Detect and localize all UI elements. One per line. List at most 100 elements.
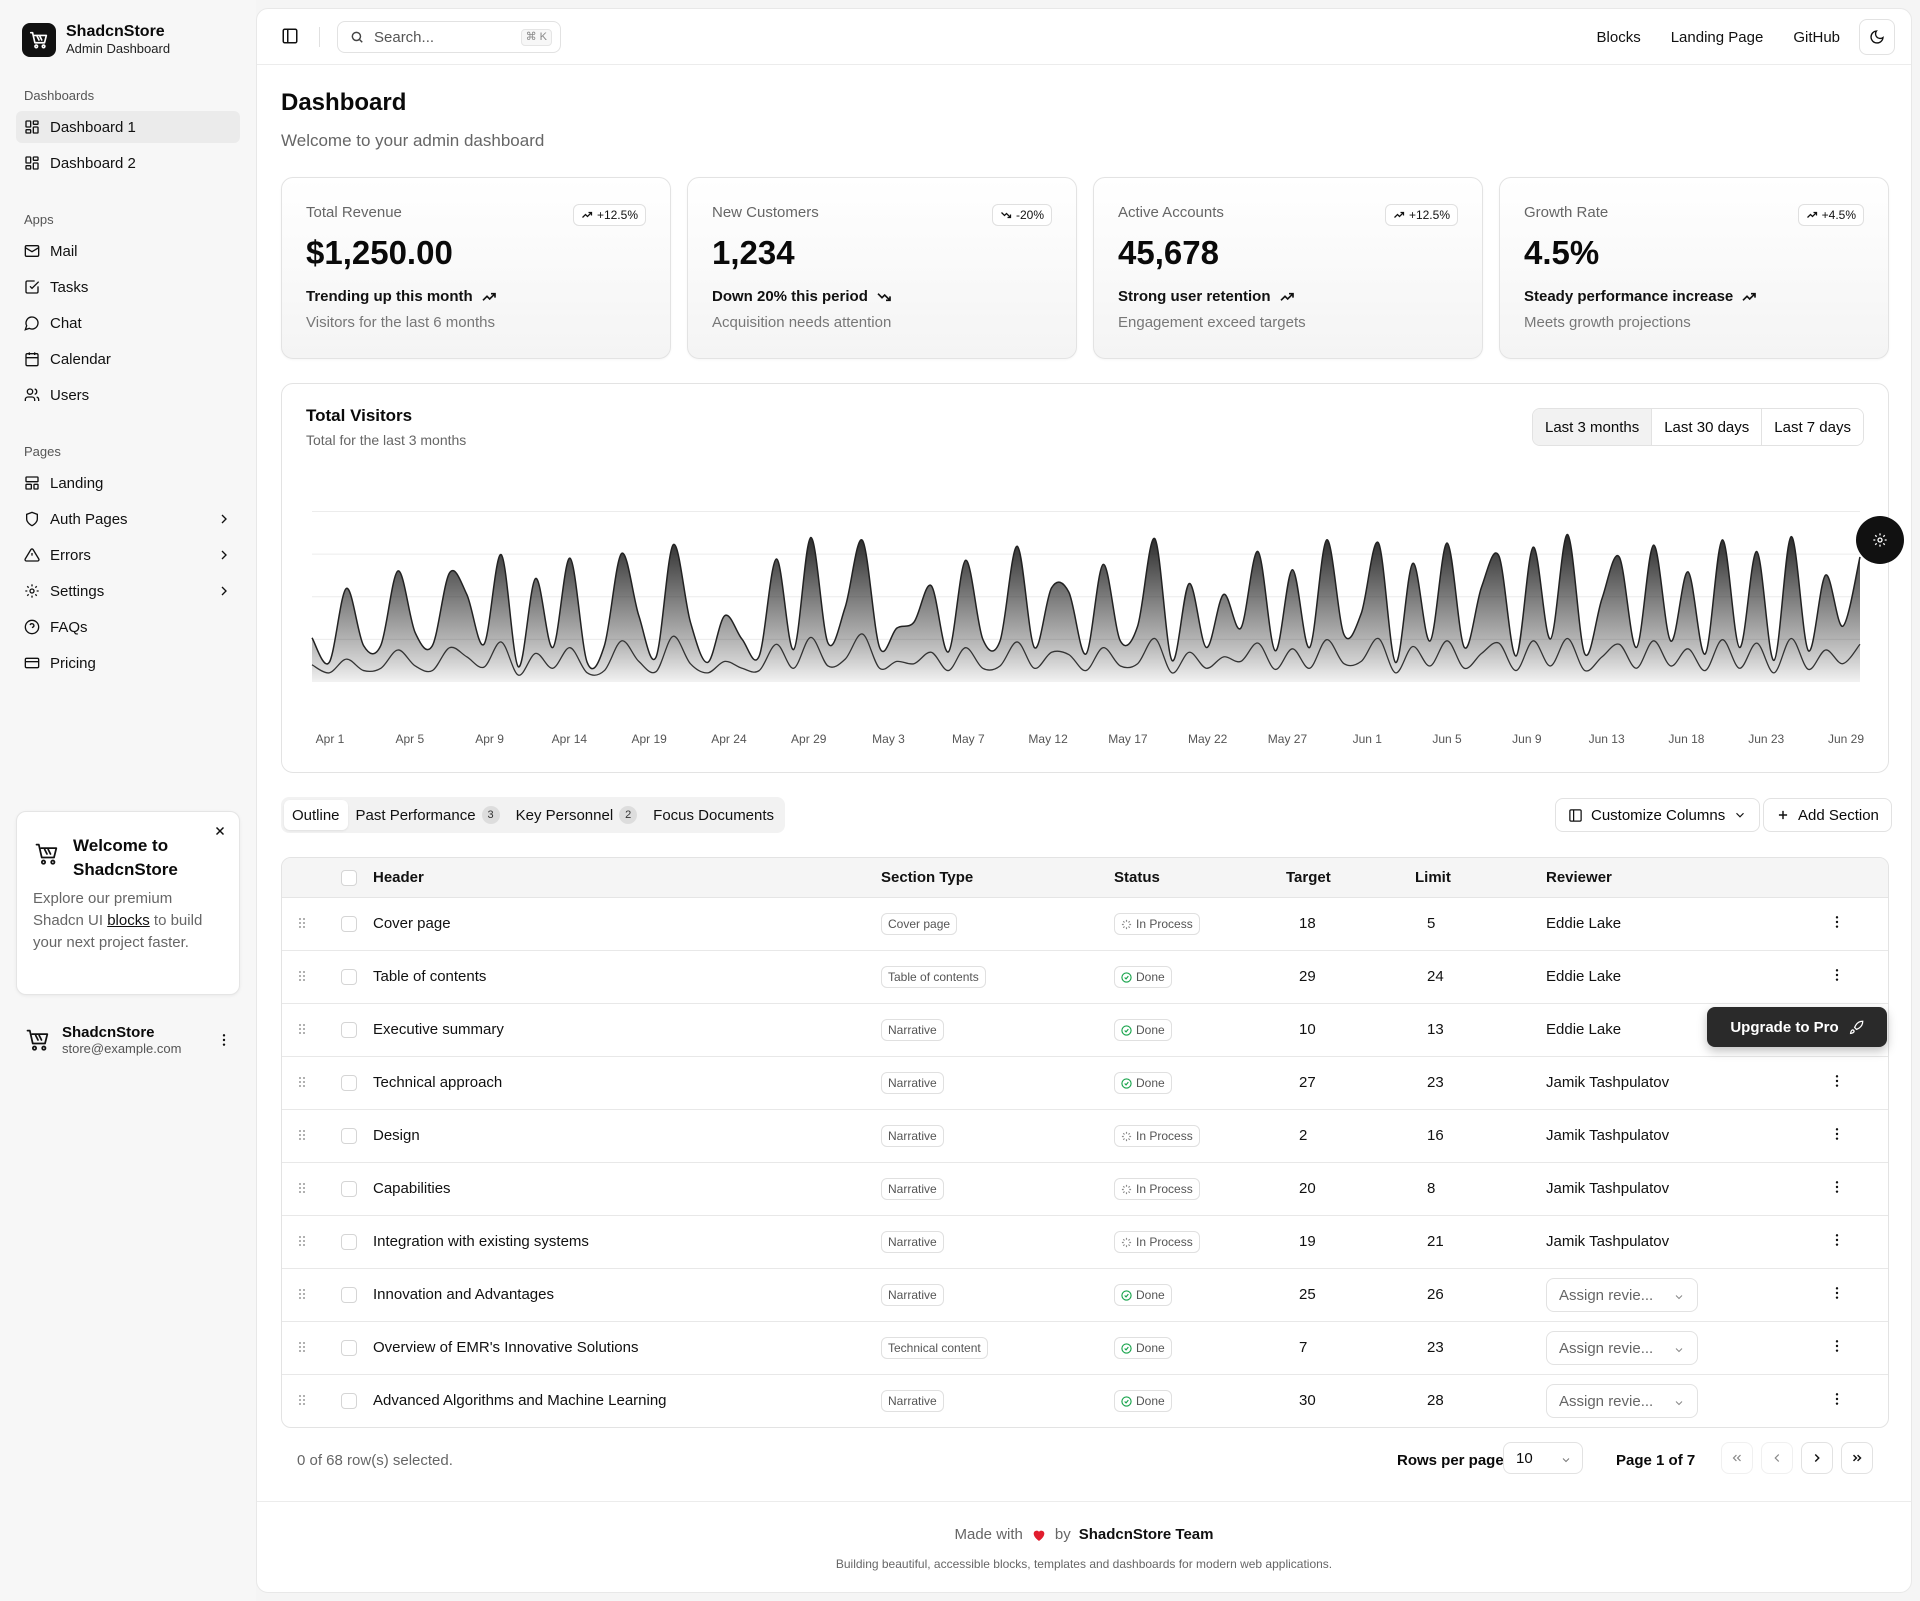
more-vertical-icon[interactable] (1829, 1338, 1845, 1354)
range-last-7-days[interactable]: Last 7 days (1761, 409, 1863, 445)
last-page-button[interactable] (1841, 1442, 1873, 1474)
limit-cell[interactable]: 21 (1427, 1233, 1444, 1250)
tab-past-performance[interactable]: Past Performance 3 (348, 800, 508, 830)
drag-handle-icon[interactable] (298, 1023, 306, 1035)
assign-reviewer-select[interactable]: Assign revie... (1546, 1331, 1698, 1365)
drag-handle-icon[interactable] (298, 1129, 306, 1141)
table-row[interactable]: Advanced Algorithms and Machine Learning… (282, 1375, 1888, 1427)
tab-key-personnel[interactable]: Key Personnel 2 (508, 800, 646, 830)
add-section-button[interactable]: Add Section (1763, 798, 1892, 832)
row-checkbox[interactable] (341, 1393, 357, 1409)
table-row[interactable]: Executive summary Narrative Done 10 13 Eddie … (282, 1004, 1888, 1057)
row-checkbox[interactable] (341, 1181, 357, 1197)
select-all-checkbox[interactable] (341, 870, 357, 886)
user-menu[interactable]: ShadcnStore store@example.com (16, 1018, 240, 1062)
blocks-link[interactable]: blocks (107, 912, 150, 929)
target-cell[interactable]: 2 (1299, 1127, 1307, 1144)
sidebar-item-chat[interactable]: Chat (16, 307, 240, 339)
sidebar-item-landing[interactable]: Landing (16, 467, 240, 499)
target-cell[interactable]: 29 (1299, 968, 1316, 985)
header-cell[interactable]: Capabilities (373, 1180, 451, 1197)
github-link[interactable]: GitHub (1778, 23, 1855, 52)
drag-handle-icon[interactable] (298, 1235, 306, 1247)
limit-cell[interactable]: 16 (1427, 1127, 1444, 1144)
column-header[interactable]: Reviewer (1546, 869, 1612, 886)
limit-cell[interactable]: 24 (1427, 968, 1444, 985)
header-cell[interactable]: Innovation and Advantages (373, 1286, 554, 1303)
more-vertical-icon[interactable] (1829, 1179, 1845, 1195)
close-icon[interactable] (213, 824, 227, 838)
column-header[interactable]: Limit (1415, 869, 1451, 886)
drag-handle-icon[interactable] (298, 970, 306, 982)
search-box[interactable]: ⌘ K (337, 21, 561, 53)
more-vertical-icon[interactable] (1829, 1126, 1845, 1142)
settings-fab[interactable] (1856, 516, 1904, 564)
row-checkbox[interactable] (341, 969, 357, 985)
table-row[interactable]: Table of contents Table of contents Done 29… (282, 951, 1888, 1004)
row-checkbox[interactable] (341, 1075, 357, 1091)
first-page-button[interactable] (1721, 1442, 1753, 1474)
target-cell[interactable]: 18 (1299, 915, 1316, 932)
header-cell[interactable]: Overview of EMR's Innovative Solutions (373, 1339, 638, 1356)
column-header[interactable]: Status (1114, 869, 1160, 886)
target-cell[interactable]: 30 (1299, 1392, 1316, 1409)
table-row[interactable]: Overview of EMR's Innovative Solutions Te… (282, 1322, 1888, 1375)
header-cell[interactable]: Technical approach (373, 1074, 502, 1091)
limit-cell[interactable]: 28 (1427, 1392, 1444, 1409)
range-last-3-months[interactable]: Last 3 months (1533, 409, 1652, 445)
blocks-link[interactable]: Blocks (1582, 23, 1656, 52)
header-cell[interactable]: Cover page (373, 915, 451, 932)
more-vertical-icon[interactable] (1829, 967, 1845, 983)
column-header[interactable]: Header (373, 869, 424, 886)
target-cell[interactable]: 20 (1299, 1180, 1316, 1197)
header-cell[interactable]: Advanced Algorithms and Machine Learning (373, 1392, 667, 1409)
limit-cell[interactable]: 23 (1427, 1339, 1444, 1356)
more-vertical-icon[interactable] (1829, 1285, 1845, 1301)
sidebar-item-faqs[interactable]: FAQs (16, 611, 240, 643)
row-checkbox[interactable] (341, 916, 357, 932)
drag-handle-icon[interactable] (298, 917, 306, 929)
previous-page-button[interactable] (1761, 1442, 1793, 1474)
assign-reviewer-select[interactable]: Assign revie... (1546, 1278, 1698, 1312)
more-vertical-icon[interactable] (1829, 914, 1845, 930)
rows-per-page-select[interactable]: 10 (1503, 1442, 1583, 1474)
row-checkbox[interactable] (341, 1022, 357, 1038)
more-vertical-icon[interactable] (1829, 1232, 1845, 1248)
sidebar-item-settings[interactable]: Settings (16, 575, 240, 607)
brand[interactable]: ShadcnStore Admin Dashboard (22, 22, 170, 57)
sidebar-item-errors[interactable]: Errors (16, 539, 240, 571)
header-cell[interactable]: Integration with existing systems (373, 1233, 589, 1250)
sidebar-item-dashboard-2[interactable]: Dashboard 2 (16, 147, 240, 179)
more-vertical-icon[interactable] (216, 1032, 232, 1048)
sidebar-item-pricing[interactable]: Pricing (16, 647, 240, 679)
more-vertical-icon[interactable] (1829, 1073, 1845, 1089)
row-checkbox[interactable] (341, 1287, 357, 1303)
search-input[interactable] (374, 28, 504, 46)
more-vertical-icon[interactable] (1829, 1391, 1845, 1407)
drag-handle-icon[interactable] (298, 1076, 306, 1088)
header-cell[interactable]: Design (373, 1127, 420, 1144)
drag-handle-icon[interactable] (298, 1341, 306, 1353)
landing-page-link[interactable]: Landing Page (1656, 23, 1779, 52)
sidebar-item-users[interactable]: Users (16, 379, 240, 411)
limit-cell[interactable]: 5 (1427, 915, 1435, 932)
tab-outline[interactable]: Outline (284, 800, 348, 830)
target-cell[interactable]: 7 (1299, 1339, 1307, 1356)
target-cell[interactable]: 27 (1299, 1074, 1316, 1091)
table-row[interactable]: Capabilities Narrative In Process 20 8 Jamik … (282, 1163, 1888, 1216)
target-cell[interactable]: 10 (1299, 1021, 1316, 1038)
table-row[interactable]: Innovation and Advantages Narrative Done 25… (282, 1269, 1888, 1322)
drag-handle-icon[interactable] (298, 1394, 306, 1406)
column-header[interactable]: Section Type (881, 869, 973, 886)
range-last-30-days[interactable]: Last 30 days (1651, 409, 1762, 445)
row-checkbox[interactable] (341, 1234, 357, 1250)
drag-handle-icon[interactable] (298, 1182, 306, 1194)
target-cell[interactable]: 19 (1299, 1233, 1316, 1250)
header-cell[interactable]: Table of contents (373, 968, 486, 985)
team-link[interactable]: ShadcnStore Team (1079, 1526, 1214, 1543)
sidebar-item-auth-pages[interactable]: Auth Pages (16, 503, 240, 535)
sidebar-item-tasks[interactable]: Tasks (16, 271, 240, 303)
theme-toggle-button[interactable] (1859, 19, 1895, 55)
sidebar-item-calendar[interactable]: Calendar (16, 343, 240, 375)
limit-cell[interactable]: 23 (1427, 1074, 1444, 1091)
